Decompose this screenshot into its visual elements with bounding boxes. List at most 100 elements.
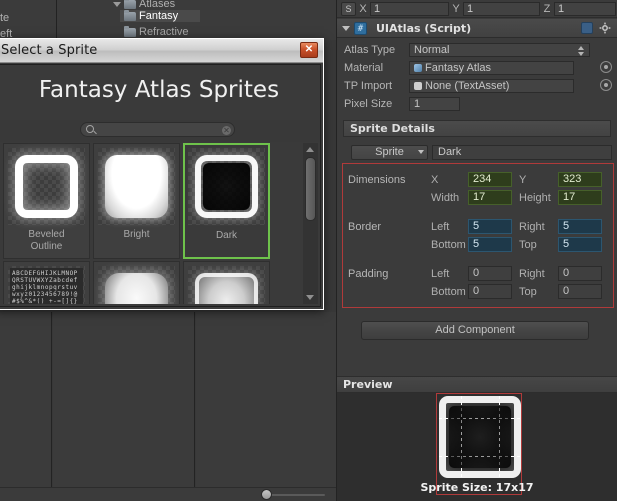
- material-object-picker-icon[interactable]: [600, 61, 612, 73]
- sprite-thumbnail: ABCDEFGHIJKLMNOPQRSTUVWXYZabcdefghijklmn…: [8, 266, 85, 304]
- sprite-art: [105, 273, 168, 304]
- scrollbar-thumb[interactable]: [305, 157, 316, 221]
- sprite-art: [15, 155, 78, 218]
- gear-icon[interactable]: [599, 22, 611, 34]
- border-bottom-field[interactable]: 5: [468, 237, 512, 252]
- axis-field-y[interactable]: 1: [463, 1, 540, 16]
- search-input[interactable]: [99, 123, 214, 136]
- sprite-size-caption: Sprite Size: 17x17: [420, 481, 534, 494]
- field-label-padding-bottom: Bottom: [431, 286, 466, 298]
- sprite-cell-soft-2[interactable]: [183, 261, 270, 304]
- add-component-button[interactable]: Add Component: [361, 321, 589, 340]
- sprite-cell-bright[interactable]: Bright: [93, 143, 180, 259]
- axis-label-x: X: [359, 2, 367, 15]
- sprite-name-field[interactable]: Dark: [432, 145, 612, 160]
- padding-right-field[interactable]: 0: [558, 266, 602, 281]
- sprite-grid-scrollbar[interactable]: [303, 143, 318, 304]
- sprite-popup-label: Sprite: [375, 146, 404, 158]
- scroll-down-icon[interactable]: [306, 295, 314, 300]
- tree-item-label: Refractive: [139, 26, 189, 38]
- axis-field-x[interactable]: 1: [370, 1, 449, 16]
- padding-top-field[interactable]: 0: [558, 284, 602, 299]
- component-header-uiatlas[interactable]: UIAtlas (Script): [337, 19, 617, 38]
- folder-icon: [124, 0, 136, 9]
- tp-import-object-picker-icon[interactable]: [600, 79, 612, 91]
- field-label-padding-left: Left: [431, 268, 450, 280]
- tree-item-atlases[interactable]: Atlases: [113, 0, 203, 10]
- tree-item-label: Fantasy: [139, 10, 179, 22]
- field-label-x: X: [431, 174, 439, 186]
- select-a-sprite-dialog[interactable]: Select a Sprite ✕ Fantasy Atlas Sprites …: [0, 38, 324, 310]
- foldout-triangle-icon[interactable]: [342, 25, 350, 31]
- inspector-panel: S X 1 Y 1 Z 1 UIAtlas (Script): [336, 0, 617, 501]
- property-row-tp-import: TP Import None (TextAsset): [337, 77, 617, 94]
- sprite-label: Beveled Outline: [28, 229, 65, 252]
- sprite-cell-beveled-outline[interactable]: Beveled Outline: [3, 143, 90, 259]
- dialog-title: Select a Sprite: [1, 43, 98, 58]
- material-value: Fantasy Atlas: [425, 61, 492, 74]
- padding-left-field[interactable]: 0: [468, 266, 512, 281]
- dimensions-x-field[interactable]: 234: [468, 172, 512, 187]
- sprite-art: [105, 155, 168, 218]
- chevron-down-icon: [113, 1, 121, 7]
- folder-icon: [124, 25, 136, 37]
- property-row-atlas-type: Atlas Type Normal: [337, 41, 617, 58]
- search-bar: ✕: [0, 120, 320, 142]
- tp-import-object-field[interactable]: None (TextAsset): [409, 78, 574, 93]
- sprite-thumbnail: [188, 148, 265, 225]
- field-label-padding-right: Right: [519, 268, 545, 280]
- dimensions-width-field[interactable]: 17: [468, 190, 512, 205]
- dialog-title-bar[interactable]: Select a Sprite ✕: [0, 39, 323, 63]
- scroll-up-icon[interactable]: [306, 147, 314, 152]
- dimensions-height-field[interactable]: 17: [558, 190, 602, 205]
- dialog-body: Fantasy Atlas Sprites ✕ Beveled Outline: [0, 64, 321, 307]
- scale-row: S X 1 Y 1 Z 1: [337, 0, 617, 18]
- sprite-cell-font[interactable]: ABCDEFGHIJKLMNOPQRSTUVWXYZabcdefghijklmn…: [3, 261, 90, 304]
- sprite-art: [195, 155, 258, 218]
- unity-editor-screen: te eft Atlases Fantasy Refractive Select…: [0, 0, 617, 501]
- atlas-type-value: Normal: [414, 43, 450, 56]
- border-guide-line: [439, 456, 521, 457]
- sprite-thumbnail: [188, 266, 265, 304]
- property-label: Material: [344, 61, 384, 74]
- property-label: TP Import: [344, 79, 393, 92]
- border-guide-line: [461, 396, 462, 478]
- border-left-field[interactable]: 5: [468, 219, 512, 234]
- close-icon[interactable]: ✕: [300, 42, 318, 58]
- field-label-border-left: Left: [431, 221, 450, 233]
- dimensions-y-field[interactable]: 323: [558, 172, 602, 187]
- search-field[interactable]: ✕: [80, 122, 235, 137]
- sprite-art: [195, 273, 258, 304]
- property-label: Atlas Type: [344, 43, 396, 56]
- clear-search-icon[interactable]: ✕: [222, 125, 231, 135]
- field-label-border-bottom: Bottom: [431, 239, 466, 251]
- textasset-icon: [414, 81, 422, 90]
- group-label-border: Border: [348, 221, 382, 233]
- atlas-type-dropdown[interactable]: Normal: [409, 42, 590, 57]
- project-panel-column-3: [196, 312, 336, 487]
- tree-item-fantasy[interactable]: Fantasy: [120, 9, 200, 22]
- zoom-slider-track[interactable]: [263, 494, 325, 496]
- field-label-border-top: Top: [519, 239, 537, 251]
- reference-icon[interactable]: [581, 22, 593, 34]
- group-label-dimensions: Dimensions: [348, 174, 406, 186]
- axis-field-z[interactable]: 1: [554, 1, 616, 16]
- sprite-art: ABCDEFGHIJKLMNOPQRSTUVWXYZabcdefghijklmn…: [10, 268, 83, 304]
- padding-bottom-field[interactable]: 0: [468, 284, 512, 299]
- sprite-cell-soft-1[interactable]: [93, 261, 180, 304]
- updown-arrows-icon: [578, 45, 585, 56]
- sprite-popup-button[interactable]: Sprite: [351, 145, 428, 160]
- border-top-field[interactable]: 5: [558, 237, 602, 252]
- folder-icon: [124, 9, 136, 21]
- sprite-cell-dark[interactable]: Dark: [183, 143, 270, 259]
- field-label-width: Width: [431, 192, 460, 204]
- field-label-padding-top: Top: [519, 286, 537, 298]
- tree-item-refractive[interactable]: Refractive: [120, 25, 200, 38]
- border-right-field[interactable]: 5: [558, 219, 602, 234]
- material-object-field[interactable]: Fantasy Atlas: [409, 60, 574, 75]
- pixel-size-field[interactable]: 1: [409, 96, 460, 111]
- property-label: Pixel Size: [344, 97, 393, 110]
- axis-label-z: Z: [543, 2, 551, 15]
- preview-sprite-image: [439, 396, 521, 478]
- zoom-slider-knob[interactable]: [261, 489, 272, 500]
